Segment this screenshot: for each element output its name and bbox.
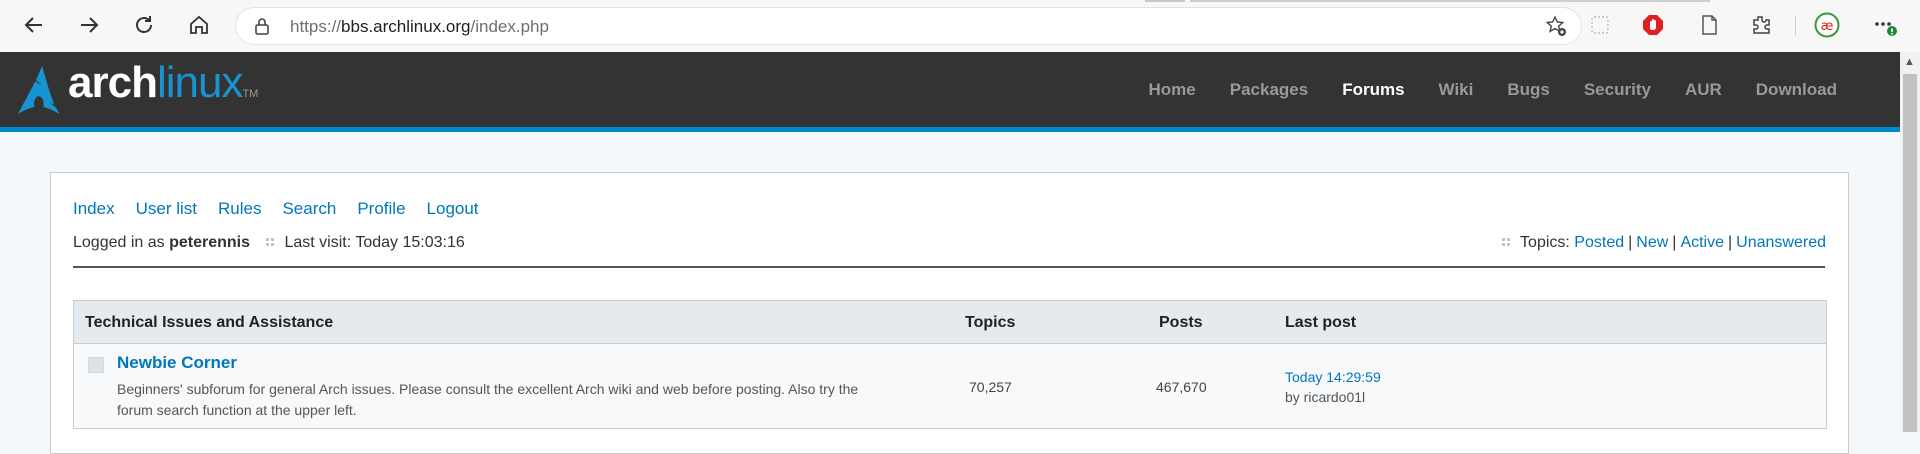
logo-wordmark: archlinuxTM	[68, 58, 258, 108]
subnav-profile[interactable]: Profile	[357, 199, 405, 219]
forum-status-icon	[88, 357, 104, 373]
separator: |	[1672, 234, 1677, 251]
forum-description: Beginners' subforum for general Arch iss…	[117, 381, 859, 418]
last-post-author: by ricardo01l	[1285, 389, 1366, 405]
subnav-rules[interactable]: Rules	[218, 199, 261, 219]
forum-posts-count: 467,670	[1156, 379, 1207, 395]
main-nav: Home Packages Forums Wiki Bugs Security …	[1132, 52, 1854, 127]
bullet-icon	[266, 238, 275, 246]
divider	[73, 266, 1825, 268]
nav-forums[interactable]: Forums	[1325, 80, 1421, 100]
logo-tm: TM	[242, 88, 259, 100]
separator: |	[1728, 234, 1733, 251]
logged-in-label: Logged in as	[73, 234, 165, 251]
category-title: Technical Issues and Assistance	[85, 314, 334, 331]
adblock-icon[interactable]	[1640, 12, 1666, 38]
more-menu-icon[interactable]	[1872, 12, 1898, 38]
col-posts: Posts	[1159, 314, 1203, 331]
table-row: Newbie Corner Beginners' subforum for ge…	[74, 344, 1826, 428]
back-icon[interactable]	[19, 10, 49, 40]
site-header: archlinuxTM Home Packages Forums Wiki Bu…	[0, 52, 1900, 132]
url-path: /index.php	[470, 17, 549, 36]
forum-container: Index User list Rules Search Profile Log…	[50, 172, 1849, 454]
home-icon[interactable]	[184, 10, 214, 40]
col-topics: Topics	[965, 314, 1016, 331]
nav-security[interactable]: Security	[1567, 80, 1668, 100]
toolbar-separator	[1795, 16, 1796, 36]
separator: |	[1628, 234, 1633, 251]
topics-label: Topics:	[1520, 234, 1570, 251]
topics-active-link[interactable]: Active	[1680, 234, 1724, 251]
nav-wiki[interactable]: Wiki	[1422, 80, 1491, 100]
subnav-user-list[interactable]: User list	[136, 199, 197, 219]
last-post-link[interactable]: Today 14:29:59	[1285, 369, 1381, 385]
collections-icon[interactable]	[1587, 12, 1613, 38]
address-bar[interactable]: https://bbs.archlinux.org/index.php	[236, 8, 1581, 44]
scroll-up-icon[interactable]: ▲	[1904, 56, 1915, 68]
subnav-search[interactable]: Search	[282, 199, 336, 219]
username: peterennis	[169, 234, 251, 251]
bullet-icon	[1502, 238, 1511, 246]
topic-filters: Topics: Posted | New | Active | Unanswered	[1490, 234, 1826, 252]
url-protocol: https://	[290, 17, 342, 36]
scroll-thumb[interactable]	[1903, 74, 1917, 432]
forum-table: Technical Issues and Assistance Topics P…	[73, 300, 1827, 429]
table-header: Technical Issues and Assistance Topics P…	[74, 301, 1826, 344]
forward-icon[interactable]	[74, 10, 104, 40]
subnav-index[interactable]: Index	[73, 199, 115, 219]
page-scrollbar[interactable]: ▲	[1900, 52, 1920, 432]
tab-indicator-2	[1190, 0, 1710, 2]
logo-linux: linux	[156, 58, 243, 107]
nav-bugs[interactable]: Bugs	[1490, 80, 1567, 100]
col-last-post: Last post	[1285, 314, 1357, 331]
forum-title-link[interactable]: Newbie Corner	[117, 353, 237, 373]
forum-subnav: Index User list Rules Search Profile Log…	[73, 199, 500, 219]
login-status: Logged in as peterennis Last visit: Toda…	[73, 234, 465, 252]
tab-indicator	[1145, 0, 1185, 2]
topics-unanswered-link[interactable]: Unanswered	[1736, 234, 1826, 251]
topics-new-link[interactable]: New	[1636, 234, 1668, 251]
last-visit: Last visit: Today 15:03:16	[284, 234, 465, 251]
arch-logo-icon	[18, 66, 60, 114]
lock-icon[interactable]	[254, 17, 270, 40]
browser-toolbar: https://bbs.archlinux.org/index.php æ	[0, 0, 1920, 53]
subnav-logout[interactable]: Logout	[427, 199, 479, 219]
url-host: bbs.archlinux.org	[341, 17, 471, 36]
refresh-icon[interactable]	[129, 10, 159, 40]
forum-topics-count: 70,257	[969, 379, 1012, 395]
nav-aur[interactable]: AUR	[1668, 80, 1739, 100]
nav-packages[interactable]: Packages	[1213, 80, 1325, 100]
nav-download[interactable]: Download	[1739, 80, 1854, 100]
reading-list-icon[interactable]	[1696, 12, 1722, 38]
archlinux-logo[interactable]: archlinuxTM	[18, 58, 268, 116]
topics-posted-link[interactable]: Posted	[1574, 234, 1624, 251]
svg-text:æ: æ	[1821, 19, 1834, 34]
url-text[interactable]: https://bbs.archlinux.org/index.php	[290, 17, 549, 37]
profile-icon[interactable]: æ	[1814, 12, 1840, 38]
favorite-add-icon[interactable]	[1545, 15, 1567, 42]
nav-home[interactable]: Home	[1132, 80, 1213, 100]
extensions-icon[interactable]	[1748, 12, 1774, 38]
logo-arch: arch	[68, 58, 158, 107]
